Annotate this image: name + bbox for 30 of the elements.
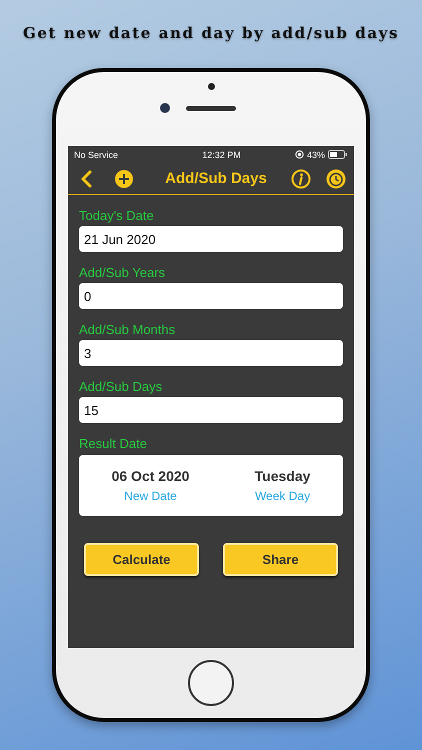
- result-caption: Week Day: [254, 489, 310, 503]
- carrier-text: No Service: [74, 150, 118, 160]
- battery-percent: 43%: [306, 150, 325, 160]
- add-icon[interactable]: [115, 170, 133, 188]
- input-field[interactable]: 0: [79, 283, 343, 309]
- info-icon[interactable]: [291, 168, 311, 188]
- field-label: Add/Sub Days: [79, 378, 164, 396]
- result-value: 06 Oct 2020: [112, 468, 190, 484]
- input-field[interactable]: 21 Jun 2020: [79, 226, 343, 252]
- battery-icon: [328, 150, 348, 159]
- action-button[interactable]: Share: [223, 543, 338, 576]
- clock-icon[interactable]: [326, 168, 346, 188]
- speaker-icon: [186, 106, 236, 110]
- home-button[interactable]: [188, 660, 234, 706]
- sensor-icon: [208, 83, 214, 90]
- headline: Get new date and day by add/sub days: [22, 24, 400, 42]
- input-field[interactable]: 3: [79, 340, 343, 366]
- field-label: Add/Sub Years: [79, 264, 166, 282]
- screen-title: Add/Sub Days: [164, 170, 268, 187]
- back-icon[interactable]: [80, 170, 92, 188]
- result-caption: New Date: [124, 489, 177, 503]
- rotation-lock-icon: [294, 150, 304, 159]
- field-label: Today's Date: [79, 207, 155, 225]
- clock-text: 12:32 PM: [202, 150, 241, 160]
- camera-icon: [160, 103, 170, 113]
- input-field[interactable]: 15: [79, 397, 343, 423]
- field-label: Add/Sub Months: [79, 321, 176, 339]
- action-button[interactable]: Calculate: [84, 543, 199, 576]
- result-value: Tuesday: [254, 468, 310, 484]
- result-label: Result Date: [79, 435, 148, 453]
